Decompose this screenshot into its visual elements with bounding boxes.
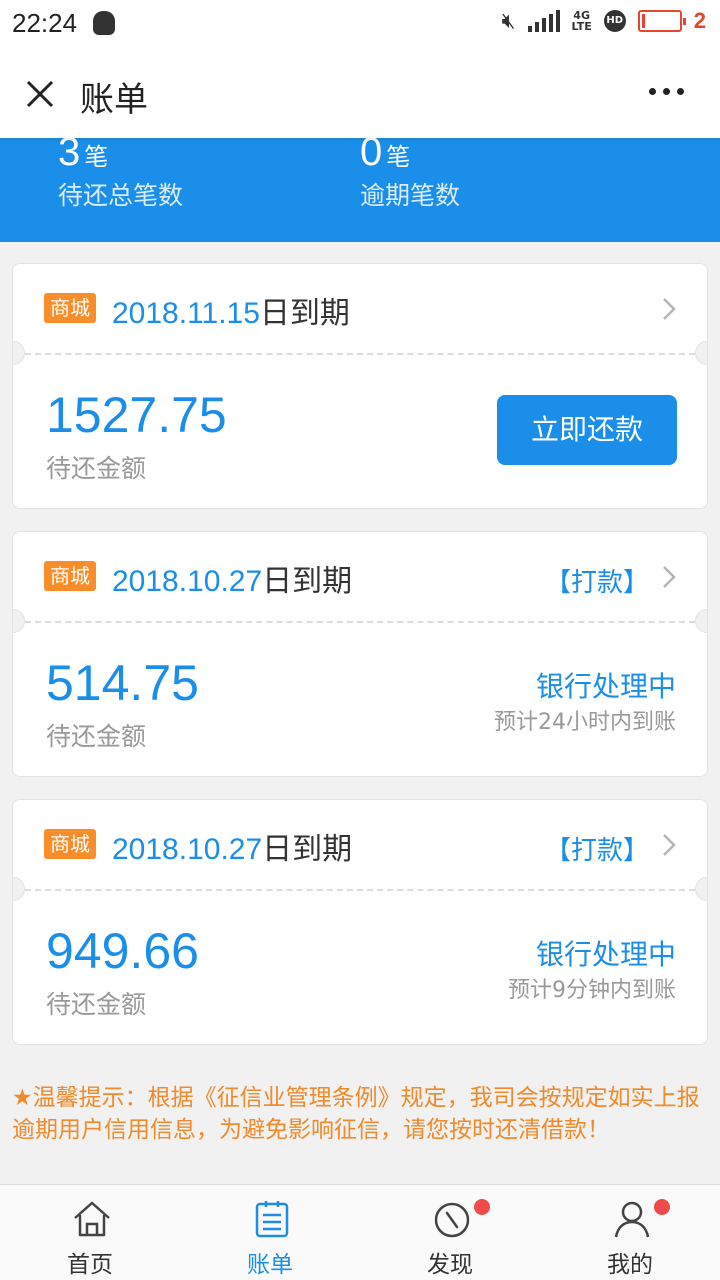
notification-dot (654, 1199, 670, 1215)
store-tag: 商城 (44, 561, 96, 591)
arrival-estimate: 预计24小时内到账 (494, 710, 676, 735)
network-indicator: 4G LTE (572, 10, 592, 32)
overdue-count-line: 0笔 (360, 138, 410, 175)
ticket-notch (13, 609, 25, 633)
tab-mine[interactable]: 我的 (570, 1185, 690, 1280)
notification-dot (474, 1199, 490, 1215)
hd-voice-icon: HD (603, 10, 626, 32)
amount-label: 待还金额 (46, 454, 147, 483)
bill-icon (255, 1201, 289, 1238)
amount-due: 949.66 (46, 923, 199, 979)
page-title: 账单 (80, 80, 148, 120)
tab-bill[interactable]: 账单 (210, 1185, 330, 1280)
chevron-right-icon[interactable] (661, 832, 677, 858)
status-time: 22:24 (12, 7, 78, 38)
due-date: 2018.11.15日到期 (112, 288, 350, 332)
nav-bar: 账单 (0, 46, 720, 138)
pending-count: 3 (58, 138, 81, 174)
tab-label: 首页 (67, 1252, 113, 1278)
store-tag: 商城 (44, 293, 96, 323)
tab-bar: 首页 账单 发现 我的 (0, 1184, 720, 1280)
bill-card: 商城 2018.11.15日到期 1527.75 待还金额 立即还款 (12, 263, 708, 509)
pending-unit: 笔 (84, 143, 109, 171)
ticket-notch (695, 341, 707, 365)
home-icon (74, 1201, 110, 1237)
bill-card-header[interactable]: 商城 2018.11.15日到期 (13, 264, 707, 353)
due-date-suffix: 日到期 (262, 564, 353, 599)
overdue-unit: 笔 (386, 143, 411, 171)
tab-label: 账单 (247, 1252, 293, 1278)
amount-label: 待还金额 (46, 722, 147, 751)
ticket-notch (13, 341, 25, 365)
divider (25, 621, 695, 623)
processing-status: 银行处理中 (535, 938, 676, 971)
ticket-notch (13, 877, 25, 901)
store-tag: 商城 (44, 829, 96, 859)
ticket-notch (695, 877, 707, 901)
due-date-value: 2018.10.27 (112, 565, 263, 598)
amount-label: 待还金额 (46, 990, 147, 1019)
amount-due: 514.75 (46, 655, 199, 711)
more-icon[interactable] (649, 88, 684, 95)
tab-label: 发现 (427, 1252, 473, 1278)
status-icons: 🔇︎ 4G LTE HD 2 (502, 8, 706, 34)
battery-level: 2 (693, 8, 706, 33)
due-date: 2018.10.27日到期 (112, 824, 352, 868)
close-icon[interactable] (20, 74, 60, 114)
bill-summary: 3笔 待还总笔数 0笔 逾期笔数 (0, 138, 720, 242)
chevron-right-icon[interactable] (661, 564, 677, 590)
due-date: 2018.10.27日到期 (112, 556, 352, 600)
qq-notification-icon (93, 11, 116, 35)
payment-link[interactable]: 【打款】 (545, 830, 649, 867)
battery-icon (637, 10, 686, 32)
repay-now-button[interactable]: 立即还款 (497, 395, 677, 465)
due-date-value: 2018.10.27 (112, 833, 263, 866)
tab-discover[interactable]: 发现 (390, 1185, 510, 1280)
due-date-value: 2018.11.15 (112, 297, 260, 330)
payment-link[interactable]: 【打款】 (545, 562, 649, 599)
network-subtype: LTE (571, 20, 592, 33)
bill-card-header[interactable]: 商城 2018.10.27日到期 【打款】 (13, 532, 707, 621)
pending-label: 待还总笔数 (58, 181, 184, 210)
pending-count-line: 3笔 (58, 138, 108, 175)
processing-status: 银行处理中 (535, 670, 676, 703)
bill-card-header[interactable]: 商城 2018.10.27日到期 【打款】 (13, 800, 707, 889)
due-date-suffix: 日到期 (259, 296, 350, 331)
divider (25, 353, 695, 355)
credit-notice: ★温馨提示：根据《征信业管理条例》规定，我司会按规定如实上报逾期用户信用信息，为… (12, 1085, 700, 1143)
mute-icon: 🔇︎ (501, 8, 516, 34)
status-bar: 22:24 🔇︎ 4G LTE HD 2 (0, 0, 720, 46)
divider (25, 889, 695, 891)
compass-icon (434, 1202, 470, 1238)
ticket-notch (695, 609, 707, 633)
signal-icon (527, 10, 560, 32)
bill-card: 商城 2018.10.27日到期 【打款】 949.66 待还金额 银行处理中 … (12, 799, 708, 1045)
overdue-count: 0 (360, 138, 383, 174)
overdue-label: 逾期笔数 (360, 181, 461, 210)
due-date-suffix: 日到期 (262, 832, 353, 867)
arrival-estimate: 预计9分钟内到账 (508, 978, 676, 1003)
chevron-right-icon[interactable] (661, 296, 677, 322)
tab-home[interactable]: 首页 (30, 1185, 150, 1280)
tab-label: 我的 (607, 1252, 653, 1278)
amount-due: 1527.75 (46, 387, 227, 443)
bill-card: 商城 2018.10.27日到期 【打款】 514.75 待还金额 银行处理中 … (12, 531, 708, 777)
user-icon (614, 1201, 650, 1238)
